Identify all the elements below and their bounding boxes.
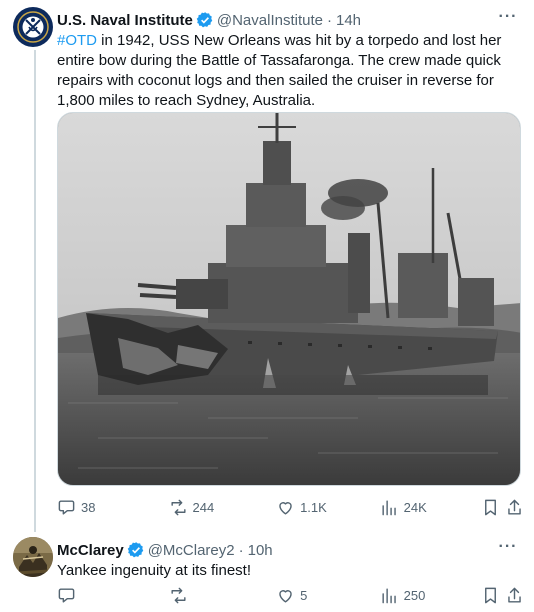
share-button[interactable]	[505, 496, 527, 518]
tweet-main[interactable]: U.S. Naval Institute @NavalInstitute · 1…	[0, 0, 534, 530]
tweet-photo[interactable]	[57, 112, 521, 486]
reply-button[interactable]: 38	[57, 496, 169, 518]
views-count: 250	[403, 587, 426, 603]
author-name[interactable]: U.S. Naval Institute	[57, 12, 193, 29]
repost-button[interactable]: 244	[169, 496, 277, 518]
views-icon	[382, 499, 396, 515]
author-handle[interactable]: @McClarey2	[148, 542, 235, 559]
repost-icon	[170, 587, 186, 603]
like-button[interactable]: 5	[276, 584, 380, 606]
share-icon	[508, 499, 521, 515]
tweet-text: Yankee ingenuity at its finest!	[57, 562, 252, 579]
views-icon	[382, 587, 396, 603]
bookmark-button[interactable]	[481, 584, 505, 606]
verified-icon	[127, 542, 143, 558]
repost-button[interactable]	[169, 584, 277, 606]
bookmark-icon	[485, 499, 497, 515]
share-button[interactable]	[505, 584, 527, 606]
bookmark-button[interactable]	[481, 496, 505, 518]
hashtag-link[interactable]: #OTD	[57, 32, 97, 49]
repost-count: 244	[192, 499, 215, 515]
tweet-header: McClarey @McClarey2 · 10h	[57, 540, 273, 560]
timestamp[interactable]: 14h	[336, 12, 361, 29]
avatar[interactable]	[13, 7, 53, 47]
repost-icon	[170, 499, 186, 515]
like-count: 1.1K	[300, 499, 327, 515]
tweet-actions: 38 244 1.1K 24K	[57, 496, 527, 518]
like-icon	[279, 501, 292, 515]
tweet-text: #OTD in 1942, USS New Orleans was hit by…	[57, 31, 519, 111]
views-button[interactable]: 24K	[380, 496, 482, 518]
author-handle[interactable]: @NavalInstitute	[217, 12, 323, 29]
separator: ·	[326, 11, 332, 29]
avatar[interactable]	[13, 537, 53, 577]
reply-icon	[58, 499, 75, 515]
more-icon[interactable]: ···	[498, 9, 518, 30]
tweet-body: in 1942, USS New Orleans was hit by a to…	[57, 32, 502, 109]
like-count: 5	[300, 587, 308, 603]
author-name[interactable]: McClarey	[57, 542, 124, 559]
share-icon	[508, 587, 521, 603]
reply-button[interactable]	[57, 584, 169, 606]
views-button[interactable]: 250	[380, 584, 482, 606]
verified-icon	[196, 12, 213, 28]
tweet-reply[interactable]: McClarey @McClarey2 · 10h ··· Yankee ing…	[0, 530, 534, 612]
like-icon	[279, 589, 292, 603]
tweet-header: U.S. Naval Institute @NavalInstitute · 1…	[57, 10, 361, 30]
reply-count: 38	[81, 499, 96, 515]
views-count: 24K	[403, 499, 427, 515]
tweet-actions: 5 250	[57, 584, 527, 606]
reply-icon	[58, 587, 75, 603]
separator: ·	[238, 541, 244, 559]
like-button[interactable]: 1.1K	[276, 496, 380, 518]
more-icon[interactable]: ···	[498, 539, 518, 560]
timestamp[interactable]: 10h	[248, 542, 273, 559]
bookmark-icon	[485, 587, 497, 603]
